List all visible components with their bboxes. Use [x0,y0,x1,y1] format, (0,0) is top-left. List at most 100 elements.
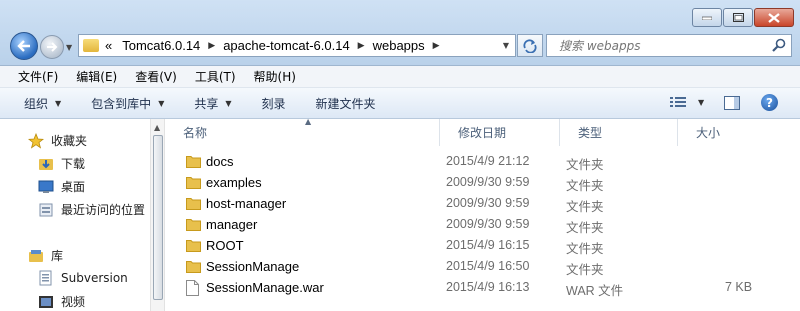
column-header-label: 修改日期 [458,126,507,140]
sidebar-label: 视频 [61,295,86,309]
share-button[interactable]: 共享 ▼ [194,95,231,112]
back-button[interactable] [10,32,38,60]
address-bar[interactable]: « Tomcat6.0.14 ▶ apache-tomcat-6.0.14 ▶ … [78,34,516,57]
breadcrumb-overflow[interactable]: « [105,38,112,53]
file-row[interactable]: ROOT 2015/4/9 16:15 文件夹 [165,236,785,257]
file-icon [186,280,199,296]
burn-label: 刻录 [261,96,286,111]
file-name: examples [206,175,262,190]
recent-pages-dropdown[interactable]: ▼ [66,43,72,52]
folder-icon [186,198,201,210]
share-label: 共享 [194,96,219,111]
organize-button[interactable]: 组织 ▼ [24,95,61,112]
file-row[interactable]: host-manager 2009/9/30 9:59 文件夹 [165,194,785,215]
file-type: 文件夹 [566,158,604,172]
sidebar-label: Subversion [61,271,128,285]
burn-button[interactable]: 刻录 [262,95,286,112]
search-input[interactable] [559,38,759,53]
scroll-up-icon[interactable]: ▲ [154,123,160,132]
folder-icon [83,39,99,52]
recent-places-icon [39,203,53,216]
maximize-button[interactable] [723,8,753,27]
column-header-type[interactable]: 类型 [560,119,678,146]
folder-icon [186,177,201,189]
column-header-modified[interactable]: 修改日期 [440,119,560,146]
breadcrumb-item[interactable]: Tomcat6.0.14 [122,38,200,53]
menu-help[interactable]: 帮助(H) [254,68,296,85]
maximize-icon [732,13,744,22]
organize-label: 组织 [24,96,49,111]
change-view-button[interactable]: ▼ [670,96,704,108]
file-name: host-manager [206,196,287,211]
refresh-icon [523,38,537,53]
file-row[interactable]: docs 2015/4/9 21:12 文件夹 [165,152,785,173]
preview-pane-button[interactable] [724,96,740,110]
file-name: SessionManage [206,259,300,274]
sidebar-item-favorites[interactable]: 收藏夹 [28,132,87,149]
breadcrumb-item[interactable]: apache-tomcat-6.0.14 [223,38,349,53]
address-dropdown[interactable]: ▼ [503,41,509,50]
file-type: 文件夹 [566,200,604,214]
scrollbar-thumb[interactable] [153,135,163,300]
sidebar-item-subversion[interactable]: Subversion [38,270,128,286]
navigation-scrollbar[interactable]: ▲ [150,119,165,311]
breadcrumb-separator-icon[interactable]: ▶ [358,41,365,51]
sort-ascending-icon: ▲ [305,117,312,126]
file-name: docs [206,154,234,169]
new-folder-button[interactable]: 新建文件夹 [316,95,376,112]
menu-tools[interactable]: 工具(T) [195,68,236,85]
sidebar-label: 下载 [61,157,86,171]
breadcrumb-separator-icon[interactable]: ▶ [433,41,440,51]
menu-view[interactable]: 查看(V) [135,68,177,85]
file-row[interactable]: manager 2009/9/30 9:59 文件夹 [165,215,785,236]
star-icon [28,132,44,149]
refresh-button[interactable] [517,34,543,57]
sidebar-item-downloads[interactable]: 下载 [38,155,85,172]
file-modified: 2015/4/9 16:13 [446,280,530,294]
include-in-library-button[interactable]: 包含到库中 ▼ [91,95,164,112]
sidebar-item-recent-places[interactable]: 最近访问的位置 [38,201,145,218]
sidebar-label: 收藏夹 [51,134,88,148]
file-modified: 2015/4/9 16:50 [446,259,530,273]
sidebar-item-desktop[interactable]: 桌面 [38,178,85,195]
navigation-pane: 收藏夹 下载 桌面 最近访问的位置 库 Subversion 视频 [0,119,150,311]
menu-edit[interactable]: 编辑(E) [76,68,117,85]
include-library-label: 包含到库中 [91,96,152,111]
details-view-icon [670,97,686,107]
file-row[interactable]: examples 2009/9/30 9:59 文件夹 [165,173,785,194]
search-icon[interactable] [772,38,786,53]
back-arrow-icon [17,40,30,52]
column-header-name[interactable]: 名称 ▲ [165,117,440,146]
sidebar-label: 最近访问的位置 [61,203,146,217]
forward-button[interactable] [40,35,64,59]
sidebar-item-libraries[interactable]: 库 [28,247,63,264]
file-modified: 2009/9/30 9:59 [446,175,530,189]
file-modified: 2015/4/9 21:12 [446,154,530,168]
sidebar-label: 桌面 [61,180,86,194]
menu-file[interactable]: 文件(F) [18,68,58,85]
new-folder-label: 新建文件夹 [315,96,376,111]
close-icon [768,12,780,23]
search-box[interactable] [546,34,792,57]
file-row[interactable]: SessionManage 2015/4/9 16:50 文件夹 [165,257,785,278]
chevron-down-icon: ▼ [698,97,705,107]
forward-arrow-icon [47,42,58,52]
column-header-size[interactable]: 大小 [678,119,760,146]
minimize-button[interactable] [692,8,722,27]
close-button[interactable] [754,8,794,27]
help-button[interactable]: ? [761,94,778,111]
downloads-folder-icon [39,158,53,170]
file-modified: 2009/9/30 9:59 [446,217,530,231]
file-type: 文件夹 [566,179,604,193]
menu-bar: 文件(F) 编辑(E) 查看(V) 工具(T) 帮助(H) [0,66,800,88]
file-modified: 2015/4/9 16:15 [446,238,530,252]
file-row[interactable]: SessionManage.war 2015/4/9 16:13 WAR 文件 … [165,278,785,299]
desktop-icon [38,180,54,193]
breadcrumb-separator-icon[interactable]: ▶ [208,41,215,51]
sidebar-item-videos[interactable]: 视频 [38,293,85,310]
file-type: WAR 文件 [566,284,624,298]
breadcrumb-item[interactable]: webapps [373,38,425,53]
file-type: 文件夹 [566,221,604,235]
folder-icon [186,261,201,273]
file-name: SessionManage.war [206,280,324,295]
